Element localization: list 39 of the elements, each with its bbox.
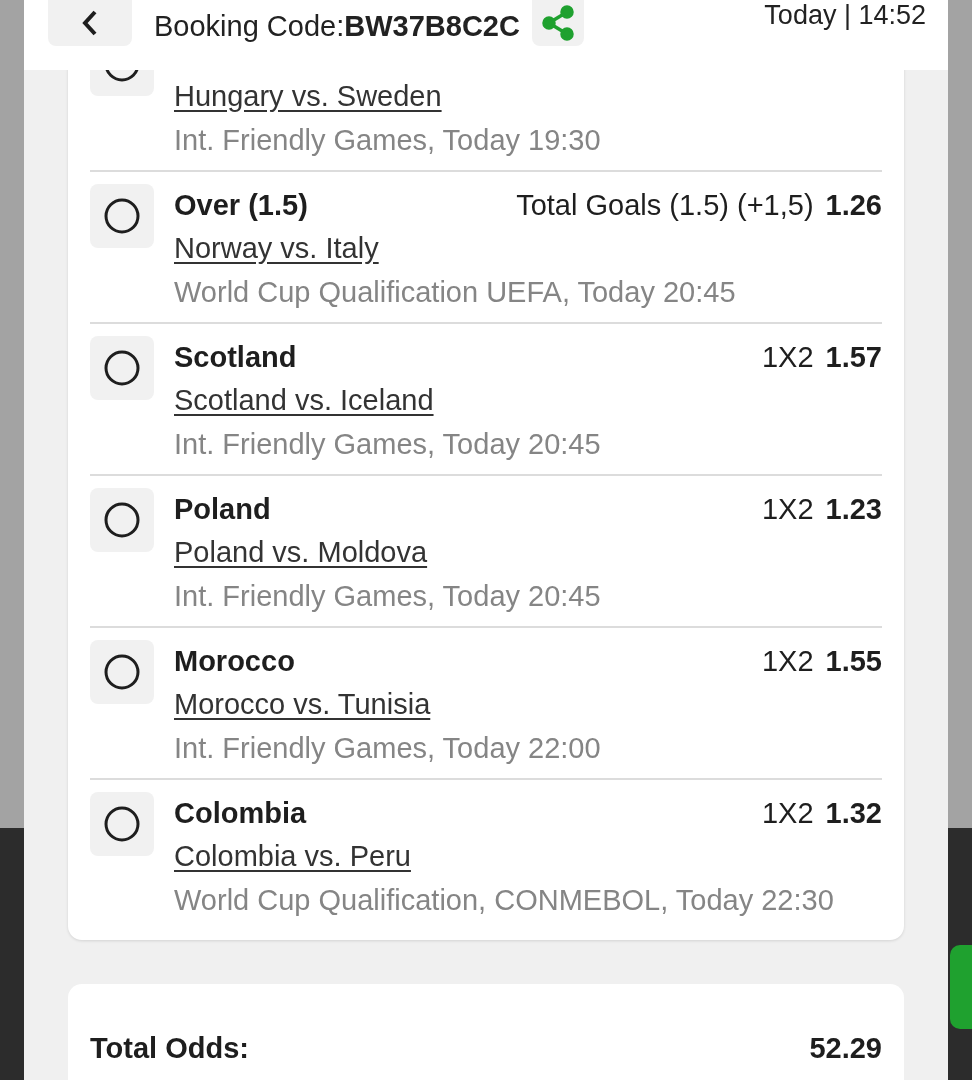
market-name: Total Goals (1.5) (+1,5) bbox=[516, 188, 814, 222]
pick-name: Colombia bbox=[174, 796, 307, 830]
odds-value: 1.23 bbox=[825, 492, 882, 526]
total-value: 52.29 bbox=[809, 1031, 882, 1065]
league-time: Int. Friendly Games, Today 19:30 bbox=[174, 123, 602, 158]
booking-code: Booking Code:BW37B8C2C bbox=[154, 10, 520, 42]
pick-name: Scotland bbox=[174, 340, 297, 374]
date-time: Today | 14:52 bbox=[764, 0, 926, 30]
back-button[interactable] bbox=[48, 0, 132, 46]
odds-value: 1.55 bbox=[825, 644, 882, 678]
league-time: Int. Friendly Games, Today 20:45 bbox=[174, 579, 602, 614]
odds-value: 1.26 bbox=[825, 188, 882, 222]
share-button[interactable] bbox=[531, 0, 584, 46]
odds-value: 1.57 bbox=[825, 340, 882, 374]
odds-value: 1.32 bbox=[825, 796, 882, 830]
total-label: Total Odds: bbox=[90, 1031, 249, 1065]
radio-button[interactable] bbox=[104, 198, 140, 234]
match-link[interactable]: Hungary vs. Sweden bbox=[174, 74, 442, 118]
match-link[interactable]: Scotland vs. Iceland bbox=[174, 378, 434, 422]
league-time: World Cup Qualification, CONMEBOL, Today 22:30 bbox=[174, 883, 835, 918]
market-name: 1X2 bbox=[761, 644, 814, 678]
pick-name: Poland bbox=[174, 492, 271, 526]
pick-name: Morocco bbox=[174, 644, 295, 678]
pick-name: Over (1.5) bbox=[174, 188, 308, 222]
match-link[interactable]: Colombia vs. Peru bbox=[174, 834, 411, 878]
league-time: Int. Friendly Games, Today 22:00 bbox=[174, 731, 602, 766]
market-name: 1X2 bbox=[761, 796, 814, 830]
radio-button[interactable] bbox=[104, 502, 140, 538]
market-name: 1X2 bbox=[761, 340, 814, 374]
radio-button[interactable] bbox=[104, 806, 140, 842]
match-link[interactable]: Norway vs. Italy bbox=[174, 226, 379, 270]
match-link[interactable]: Poland vs. Moldova bbox=[174, 530, 428, 574]
market-name: 1X2 bbox=[761, 492, 814, 526]
league-time: Int. Friendly Games, Today 20:45 bbox=[174, 427, 602, 462]
radio-button[interactable] bbox=[104, 350, 140, 386]
share-icon bbox=[540, 5, 575, 41]
radio-button[interactable] bbox=[104, 654, 140, 690]
match-link[interactable]: Morocco vs. Tunisia bbox=[174, 682, 431, 726]
league-time: World Cup Qualification UEFA, Today 20:45 bbox=[174, 275, 737, 310]
